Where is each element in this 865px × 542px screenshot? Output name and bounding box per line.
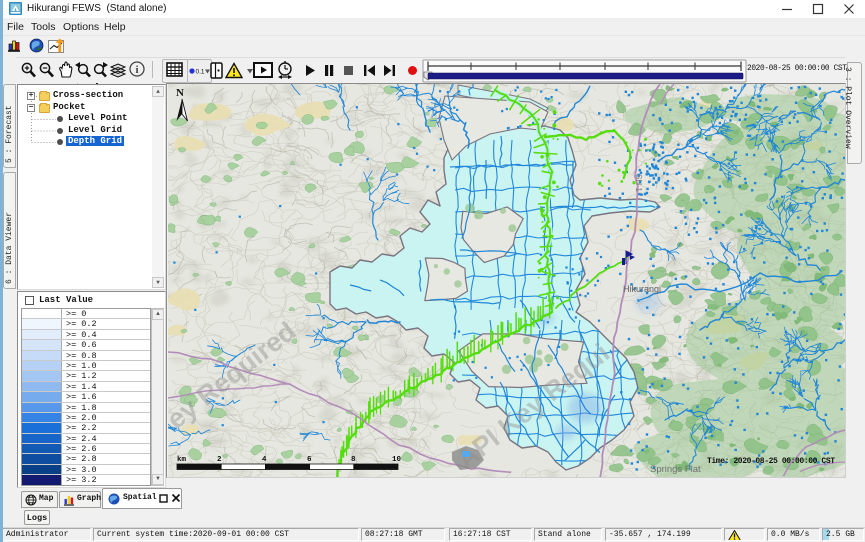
- svg-text:6: 6: [307, 456, 312, 464]
- svg-text:4: 4: [262, 456, 267, 464]
- svg-text:0.1: 0.1: [196, 69, 205, 76]
- svg-text:2: 2: [217, 456, 222, 464]
- svg-text:SH 1: SH 1: [634, 174, 643, 192]
- svg-text:Springs Flat: Springs Flat: [650, 464, 701, 475]
- svg-text:Time: 2020-08-25 00:00:00 CST: Time: 2020-08-25 00:00:00 CST: [707, 457, 835, 466]
- svg-text:N: N: [176, 87, 184, 99]
- svg-text:km: km: [177, 456, 187, 464]
- svg-text:10: 10: [392, 456, 402, 464]
- svg-text:8: 8: [351, 456, 356, 464]
- svg-text:Hikurangi: Hikurangi: [623, 284, 661, 294]
- svg-text:i: i: [135, 64, 138, 76]
